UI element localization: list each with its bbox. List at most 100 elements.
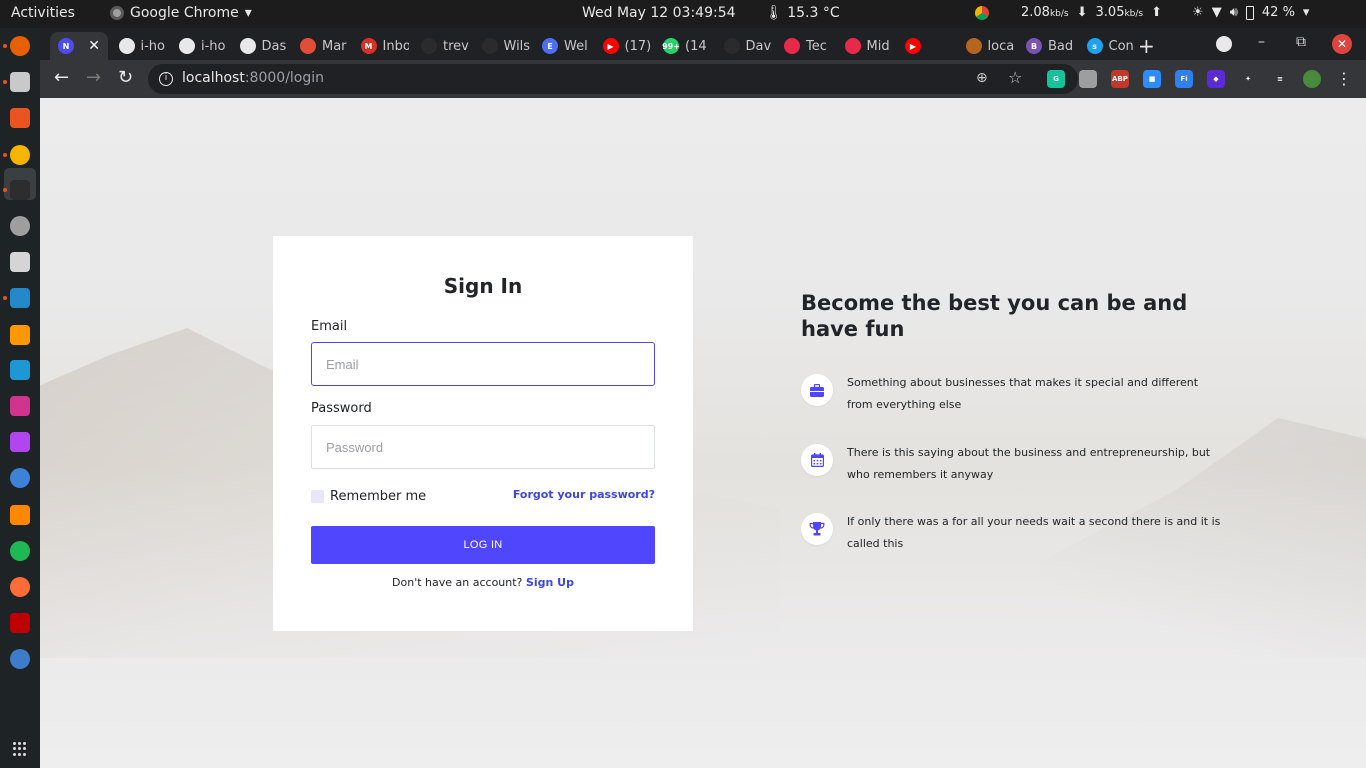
filezilla-icon[interactable]: [10, 613, 30, 633]
tab-favicon-icon: s: [1086, 38, 1103, 54]
tab-title: Con: [1108, 38, 1134, 54]
browser-tab[interactable]: E Wel: [534, 32, 590, 60]
browser-tab[interactable]: N ✕: [50, 32, 108, 60]
net-down-value: 2.08: [1021, 5, 1050, 20]
browser-tab[interactable]: loca: [958, 32, 1014, 60]
show-applications-icon[interactable]: [13, 742, 27, 756]
browser-tab[interactable]: Wils: [474, 32, 530, 60]
settings-icon[interactable]: [10, 216, 30, 236]
firefox-icon[interactable]: [10, 36, 30, 56]
tab-favicon-icon: [481, 38, 498, 54]
browser-tab[interactable]: i-ho: [171, 32, 227, 60]
browser-tab[interactable]: Tec: [776, 32, 832, 60]
browser-tab[interactable]: i-ho: [111, 32, 167, 60]
email-field[interactable]: [311, 342, 655, 386]
browser-tab[interactable]: M Inbo: [353, 32, 409, 60]
wifi-icon: ▼: [1211, 5, 1222, 20]
extension-fi-icon[interactable]: Fi: [1175, 70, 1193, 88]
forward-button[interactable]: →: [86, 69, 101, 87]
browser-tab[interactable]: trev: [413, 32, 469, 60]
tab-title: i-ho: [201, 38, 226, 54]
vscode-icon[interactable]: [10, 288, 30, 308]
extension-ext-purple-icon[interactable]: ◆: [1207, 70, 1225, 88]
extension-puzzle-icon[interactable]: ✦: [1239, 70, 1257, 88]
browser-tab[interactable]: Mid: [837, 32, 893, 60]
extension-media-icon[interactable]: ≡: [1271, 70, 1289, 88]
running-indicator: [3, 296, 7, 300]
address-bar[interactable]: i localhost:8000/login ⊕ ☆: [148, 64, 1078, 94]
browser-tab[interactable]: 99+ (14: [655, 32, 711, 60]
remember-me-label: Remember me: [330, 489, 427, 504]
extension-zoom-icon[interactable]: ■: [1143, 70, 1161, 88]
tab-title: Mid: [866, 38, 890, 54]
signup-prompt: Don't have an account? Sign Up: [273, 576, 693, 589]
webstorm-icon[interactable]: [10, 360, 30, 380]
files-icon[interactable]: [10, 72, 30, 92]
app-menu-label: Google Chrome: [130, 5, 239, 21]
sublime-icon[interactable]: [10, 325, 30, 345]
maximize-button[interactable]: ⧉: [1296, 34, 1306, 50]
tab-favicon-icon: N: [58, 38, 74, 54]
extension-adblock-plus-icon[interactable]: ABP: [1111, 70, 1129, 88]
phpstorm-icon[interactable]: [10, 432, 30, 452]
tab-favicon-icon: 99+: [662, 38, 680, 54]
back-button[interactable]: ←: [54, 69, 69, 87]
volume-icon: 🔊︎: [1229, 5, 1238, 20]
tab-title: Dav: [745, 38, 772, 54]
ext-icon[interactable]: [10, 252, 30, 272]
login-button[interactable]: LOG IN: [311, 526, 655, 564]
chrome-menu-icon[interactable]: ⋮: [1336, 69, 1352, 88]
zoom-icon[interactable]: ⊕: [976, 70, 988, 86]
system-tray[interactable]: 2.08kb/s ⬇︎ 3.05kb/s ⬆︎ ☀ ▼ 🔊︎ 42 % ▾: [975, 5, 1309, 20]
activities-button[interactable]: Activities: [11, 5, 75, 21]
tab-title: Wel: [564, 38, 588, 54]
weather-indicator[interactable]: 🌡︎ 15.3 °C: [765, 5, 840, 21]
browser-tab[interactable]: s Con: [1079, 32, 1135, 60]
app-menu[interactable]: Google Chrome ▾: [110, 5, 252, 21]
launcher-dock: [0, 28, 40, 768]
site-info-icon[interactable]: i: [159, 72, 173, 86]
window-close-button[interactable]: ✕: [1332, 34, 1352, 54]
minimize-button[interactable]: –: [1258, 34, 1265, 50]
running-indicator: [3, 188, 7, 192]
remember-me[interactable]: Remember me: [311, 489, 426, 504]
chrome-icon[interactable]: [10, 145, 30, 165]
new-tab-button[interactable]: +: [1138, 34, 1155, 58]
tab-title: (17): [624, 38, 651, 54]
browser-tab[interactable]: Das: [232, 32, 288, 60]
browser-tab[interactable]: Dav: [716, 32, 772, 60]
intellij-icon[interactable]: [10, 396, 30, 416]
tab-favicon-icon: ▶: [602, 38, 619, 54]
qbittorrent-icon[interactable]: [10, 649, 30, 669]
software-icon[interactable]: [10, 108, 30, 128]
password-field[interactable]: [311, 425, 655, 469]
tab-title: Bad: [1048, 38, 1074, 54]
extension-avatar-icon[interactable]: [1303, 70, 1321, 88]
remmina-icon[interactable]: [10, 468, 30, 488]
signup-link[interactable]: Sign Up: [526, 576, 574, 589]
remember-me-checkbox[interactable]: [311, 490, 324, 503]
tab-favicon-icon: [300, 38, 316, 54]
feature-text: Something about businesses that makes it…: [847, 376, 1199, 411]
tab-close-icon[interactable]: ✕: [88, 38, 100, 54]
reload-button[interactable]: ↻: [118, 69, 133, 87]
feature-icon-badge: [801, 513, 833, 545]
browser-tab[interactable]: ▶: [897, 32, 953, 60]
spotify-icon[interactable]: [10, 541, 30, 561]
password-label: Password: [311, 401, 372, 416]
url-text[interactable]: localhost:8000/login: [182, 70, 324, 86]
browser-tab[interactable]: Mar: [292, 32, 348, 60]
bookmark-star-icon[interactable]: ☆: [1008, 68, 1022, 87]
terminal-icon[interactable]: [10, 180, 30, 200]
tab-search-icon[interactable]: [1216, 36, 1232, 52]
forgot-password-link[interactable]: Forgot your password?: [513, 488, 655, 501]
tab-title: Wils: [503, 38, 530, 54]
chrome-tray-icon[interactable]: [975, 5, 989, 20]
vlc-icon[interactable]: [10, 505, 30, 525]
browser-tab[interactable]: ▶ (17): [595, 32, 651, 60]
postman-icon[interactable]: [10, 577, 30, 597]
browser-tab[interactable]: B Bad: [1018, 32, 1074, 60]
extension-ext-gray-icon[interactable]: [1079, 70, 1097, 88]
extension-grammarly-icon[interactable]: G: [1047, 70, 1065, 88]
clock[interactable]: Wed May 12 03:49:54: [582, 5, 736, 21]
